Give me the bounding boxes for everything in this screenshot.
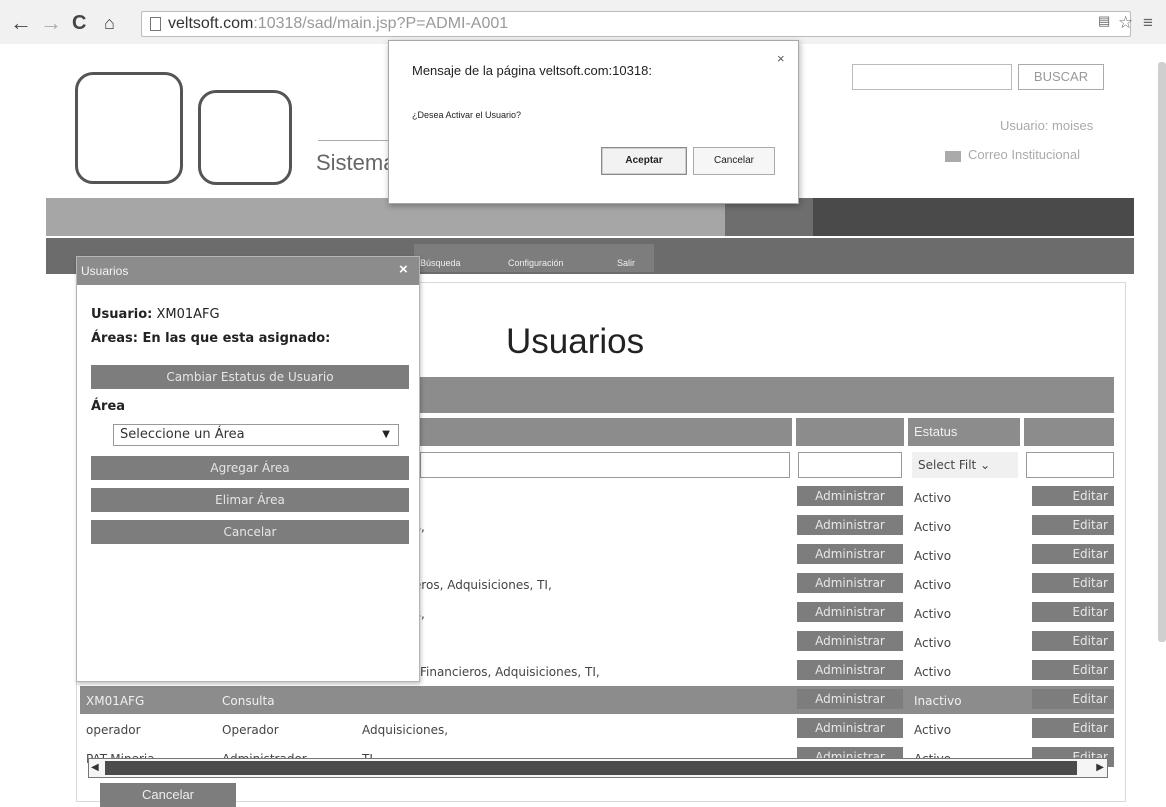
chevron-down-icon: ▼ bbox=[382, 429, 390, 440]
mail-icon[interactable] bbox=[945, 151, 961, 162]
editar-button[interactable]: Editar bbox=[1032, 486, 1114, 506]
users-dialog: Usuarios × Usuario: XM01AFG Áreas: En la… bbox=[76, 256, 420, 682]
menu-item-salir[interactable]: Salir bbox=[617, 258, 635, 268]
current-user-label: Usuario: moises bbox=[1000, 118, 1094, 133]
cell-role: Operador bbox=[222, 723, 279, 737]
banner-dark bbox=[813, 198, 1134, 236]
search-input[interactable] bbox=[852, 64, 1012, 90]
cancel-button[interactable]: Cancelar bbox=[693, 147, 775, 175]
edit-filter-input[interactable] bbox=[1026, 452, 1114, 478]
administrar-button[interactable]: Administrar bbox=[797, 689, 903, 709]
administrar-button[interactable]: Administrar bbox=[797, 631, 903, 651]
editar-button[interactable]: Editar bbox=[1032, 660, 1114, 680]
cell-user: XM01AFG bbox=[86, 694, 145, 708]
reload-icon[interactable]: C bbox=[72, 12, 86, 34]
scrollbar-thumb[interactable] bbox=[105, 761, 1077, 775]
scroll-right-icon[interactable]: ▶ bbox=[1096, 762, 1104, 773]
admin-filter-input[interactable] bbox=[798, 452, 902, 478]
remove-area-button[interactable]: Elimar Área bbox=[91, 488, 409, 512]
arrow-right-icon[interactable]: → bbox=[40, 12, 62, 34]
search-button[interactable]: BUSCAR bbox=[1018, 64, 1104, 90]
column-header-edit[interactable] bbox=[1024, 418, 1114, 446]
cancel-button[interactable]: Cancelar bbox=[100, 783, 236, 807]
editar-button[interactable]: Editar bbox=[1032, 544, 1114, 564]
add-area-button[interactable]: Agregar Área bbox=[91, 456, 409, 480]
editar-button[interactable]: Editar bbox=[1032, 689, 1114, 709]
editar-button[interactable]: Editar bbox=[1032, 573, 1114, 593]
cell-status: Activo bbox=[914, 607, 952, 621]
page-title: Usuarios bbox=[506, 322, 645, 361]
area-label: Área bbox=[91, 399, 126, 414]
editar-button[interactable]: Editar bbox=[1032, 602, 1114, 622]
cell-role: Consulta bbox=[222, 694, 275, 708]
cell-status: Activo bbox=[914, 578, 952, 592]
page-icon bbox=[150, 17, 161, 31]
translate-icon[interactable]: ▤ bbox=[1098, 13, 1110, 29]
institutional-mail-link[interactable]: Correo Institucional bbox=[968, 147, 1080, 162]
administrar-button[interactable]: Administrar bbox=[797, 573, 903, 593]
cell-status: Activo bbox=[914, 723, 952, 737]
cell-status: Inactivo bbox=[914, 694, 962, 708]
editar-button[interactable]: Editar bbox=[1032, 515, 1114, 535]
change-status-button[interactable]: Cambiar Estatus de Usuario bbox=[91, 365, 409, 389]
areas-assigned-label: Áreas: En las que esta asignado: bbox=[91, 331, 331, 346]
secondary-logo-placeholder bbox=[198, 90, 292, 185]
cell-status: Activo bbox=[914, 665, 952, 679]
confirm-dialog: Mensaje de la página veltsoft.com:10318:… bbox=[388, 40, 799, 204]
administrar-button[interactable]: Administrar bbox=[797, 515, 903, 535]
menu-item-busqueda[interactable]: Búsqueda bbox=[420, 258, 461, 268]
star-icon[interactable]: ☆ bbox=[1118, 13, 1133, 33]
administrar-button[interactable]: Administrar bbox=[797, 660, 903, 680]
user-label: Usuario: bbox=[91, 307, 153, 322]
scroll-left-icon[interactable]: ◀ bbox=[91, 762, 99, 773]
table-row[interactable]: operador Operador Adquisiciones, Administra… bbox=[80, 715, 1114, 743]
horizontal-scrollbar[interactable]: ◀ ▶ bbox=[88, 758, 1108, 778]
administrar-button[interactable]: Administrar bbox=[797, 602, 903, 622]
cell-status: Activo bbox=[914, 636, 952, 650]
administrar-button[interactable]: Administrar bbox=[797, 718, 903, 738]
users-dialog-titlebar[interactable]: Usuarios × bbox=[77, 257, 419, 285]
cell-status: Activo bbox=[914, 491, 952, 505]
close-icon[interactable]: × bbox=[777, 51, 785, 66]
administrar-button[interactable]: Administrar bbox=[797, 544, 903, 564]
editar-button[interactable]: Editar bbox=[1032, 631, 1114, 651]
table-row[interactable]: XM01AFG Consulta Administrar Inactivo Editar bbox=[80, 686, 1114, 714]
cell-status: Activo bbox=[914, 549, 952, 563]
status-filter-select[interactable]: Select Filt ⌄ bbox=[912, 452, 1018, 478]
editar-button[interactable]: Editar bbox=[1032, 718, 1114, 738]
user-line: Usuario: XM01AFG bbox=[91, 307, 220, 322]
administrar-button[interactable]: Administrar bbox=[797, 486, 903, 506]
column-header-admin[interactable] bbox=[796, 418, 904, 446]
menu-item-configuracion[interactable]: Configuración bbox=[508, 258, 564, 268]
menu-icon[interactable]: ≡ bbox=[1143, 13, 1153, 33]
panel-cancel-button[interactable]: Cancelar bbox=[91, 520, 409, 544]
system-title: Sistema bbox=[316, 150, 396, 175]
confirm-dialog-title: Mensaje de la página veltsoft.com:10318: bbox=[412, 63, 652, 78]
home-icon[interactable]: ⌂ bbox=[104, 12, 115, 34]
address-text[interactable]: veltsoft.com:10318/sad/main.jsp?P=ADMI-A… bbox=[168, 15, 508, 33]
vertical-scrollbar[interactable] bbox=[1158, 62, 1166, 642]
browser-toolbar: ← → C ⌂ veltsoft.com:10318/sad/main.jsp?… bbox=[0, 0, 1166, 44]
user-value: XM01AFG bbox=[156, 307, 220, 322]
header-divider bbox=[318, 140, 398, 141]
close-icon[interactable]: × bbox=[399, 261, 408, 278]
cell-status: Activo bbox=[914, 520, 952, 534]
accept-button[interactable]: Aceptar bbox=[601, 147, 687, 175]
users-dialog-title: Usuarios bbox=[81, 264, 129, 278]
cell-areas: Adquisiciones, bbox=[362, 723, 449, 737]
cell-user: operador bbox=[86, 723, 141, 737]
area-select[interactable]: Seleccione un Área ▼ bbox=[113, 424, 399, 446]
areas-filter-input[interactable] bbox=[420, 452, 790, 478]
logo-placeholder bbox=[75, 72, 183, 184]
confirm-dialog-message: ¿Desea Activar el Usuario? bbox=[412, 110, 522, 120]
address-bar[interactable]: veltsoft.com:10318/sad/main.jsp?P=ADMI-A… bbox=[141, 11, 1131, 37]
arrow-left-icon[interactable]: ← bbox=[10, 12, 32, 34]
status-header-label: Estatus bbox=[914, 424, 958, 439]
